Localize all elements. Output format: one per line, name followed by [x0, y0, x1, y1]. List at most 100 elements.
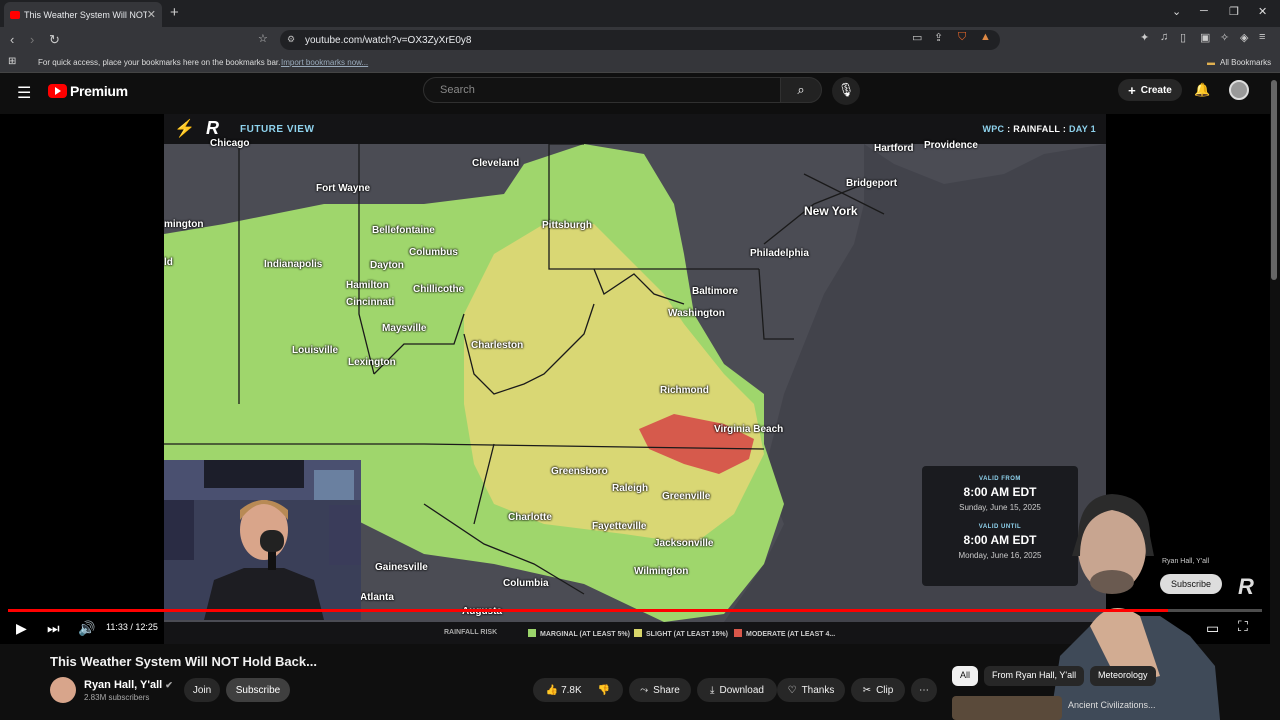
download-button[interactable]: ⤓ Download [697, 678, 777, 702]
next-video-icon[interactable]: ⏭ [47, 620, 60, 637]
overlay-channel-name: Ryan Hall, Y'all [1162, 558, 1210, 565]
menu-icon[interactable]: ≡ [1259, 31, 1265, 43]
extensions-icon[interactable]: ✦ [1140, 31, 1149, 44]
forward-icon[interactable]: › [30, 32, 34, 47]
map-label: Chillicothe [413, 284, 465, 295]
leo-ai-icon[interactable]: ✧ [1220, 31, 1229, 44]
theater-mode-icon[interactable]: ▭ [1206, 620, 1219, 637]
youtube-play-icon [48, 84, 67, 98]
page-scrollbar[interactable] [1271, 80, 1277, 280]
video-title: This Weather System Will NOT Hold Back..… [50, 654, 317, 669]
close-tab-icon[interactable]: ✕ [147, 8, 156, 21]
channel-watermark-icon[interactable]: R [1238, 574, 1254, 600]
cast-icon[interactable]: ▭ [912, 31, 922, 44]
back-icon[interactable]: ‹ [10, 32, 14, 47]
bookmark-star-icon[interactable]: ☆ [258, 32, 268, 45]
map-label: Charleston [471, 340, 524, 351]
video-player[interactable]: ⚡ R FUTURE VIEW WPC : RAINFALL : DAY 1 C… [0, 114, 1270, 720]
guide-menu-icon[interactable]: ☰ [17, 83, 31, 103]
channel-avatar[interactable] [50, 677, 76, 703]
map-label: Dayton [370, 260, 404, 271]
bookmarks-bar: ⊞ For quick access, place your bookmarks… [0, 53, 1280, 73]
media-icon[interactable]: ♫ [1160, 31, 1168, 43]
wallet-icon[interactable]: ▣ [1200, 31, 1210, 44]
verified-icon: ✔ [165, 680, 173, 690]
map-label: Hamilton [346, 280, 389, 291]
map-label: Richmond [660, 385, 709, 396]
map-label: Chicago [210, 138, 250, 149]
apps-grid-icon[interactable]: ⊞ [8, 56, 16, 67]
play-icon[interactable]: ▶ [16, 620, 27, 637]
like-dislike-group: 👍 7.8K 👎 [533, 678, 623, 702]
map-label: Indianapolis [264, 259, 323, 270]
reload-icon[interactable]: ↻ [49, 32, 60, 48]
map-label: ld [164, 257, 173, 268]
volume-icon[interactable]: 🔊 [78, 620, 95, 637]
all-bookmarks-button[interactable]: All Bookmarks [1220, 58, 1271, 67]
site-info-icon[interactable]: ⚙ [287, 34, 295, 45]
scissors-icon: ✂ [862, 684, 872, 696]
map-label: Philadelphia [750, 248, 809, 259]
brave-shield-icon[interactable]: ⛉ [958, 31, 966, 44]
thanks-button[interactable]: ♡ Thanks [777, 678, 845, 702]
map-label: Maysville [382, 323, 427, 334]
lightning-logo-icon: ⚡ [174, 119, 196, 138]
map-label: Bridgeport [846, 178, 898, 189]
minimize-icon[interactable]: ─ [1200, 5, 1208, 17]
legend-item-marginal: MARGINAL (AT LEAST 5%) [528, 629, 630, 638]
channel-name[interactable]: Ryan Hall, Y'all ✔ [84, 679, 173, 691]
rewards-icon[interactable]: ▲ [980, 31, 991, 43]
import-bookmarks-link[interactable]: Import bookmarks now... [281, 58, 368, 67]
product-label: WPC : RAINFALL : DAY 1 [982, 124, 1096, 134]
address-bar[interactable]: ⚙ youtube.com/watch?v=OX3ZyXrE0y8 [280, 30, 1000, 50]
map-label: Cleveland [472, 158, 520, 169]
clip-button[interactable]: ✂ Clip [851, 678, 905, 702]
time-display: 11:33 / 12:25 [106, 622, 158, 632]
presenter-webcam [164, 460, 361, 620]
dislike-button[interactable]: 👎 [598, 685, 610, 696]
youtube-logo[interactable]: Premium [48, 83, 128, 99]
chip-all[interactable]: All [952, 666, 979, 686]
create-button[interactable]: + Create [1118, 79, 1182, 101]
next-video-thumbnail[interactable] [952, 696, 1062, 720]
join-button[interactable]: Join [184, 678, 220, 702]
share-page-icon[interactable]: ⇪ [934, 31, 943, 44]
sidebar-icon[interactable]: ▯ [1180, 31, 1186, 44]
notifications-bell-icon[interactable]: 🔔 [1194, 82, 1210, 98]
logo-text: Premium [70, 83, 128, 99]
chip-meteorology[interactable]: Meteorology [1090, 666, 1156, 686]
chip-from-channel[interactable]: From Ryan Hall, Y'all [984, 666, 1085, 686]
map-label: New York [804, 204, 858, 218]
map-label: Virginia Beach [714, 424, 784, 435]
search-input[interactable]: Search [423, 77, 781, 103]
create-label: Create [1140, 84, 1172, 96]
new-tab-button[interactable]: + [170, 4, 179, 21]
fullscreen-icon[interactable]: ⛶ [1238, 618, 1248, 635]
share-button[interactable]: ⤳ Share [629, 678, 691, 702]
subscribe-button[interactable]: Subscribe [226, 678, 290, 702]
map-label: Gainesville [375, 562, 428, 573]
close-window-icon[interactable]: ✕ [1258, 5, 1267, 18]
overlay-subscribe-button[interactable]: Subscribe [1160, 574, 1222, 594]
map-label: Washington [668, 308, 725, 319]
account-avatar[interactable] [1229, 80, 1249, 100]
voice-search-button[interactable]: 🎙 [832, 77, 860, 105]
next-video-title[interactable]: Ancient Civilizations... [1068, 700, 1156, 710]
restore-icon[interactable]: ❐ [1229, 5, 1239, 18]
like-button[interactable]: 👍 7.8K [546, 685, 582, 696]
thumbs-up-icon: 👍 [545, 684, 559, 696]
progress-played [8, 609, 1168, 612]
map-label: Lexington [348, 357, 396, 368]
progress-bar[interactable] [8, 609, 1262, 612]
map-label: Hartford [874, 143, 914, 154]
search-button[interactable]: ⌕ [780, 77, 822, 103]
youtube-header: ☰ Premium Search ⌕ 🎙 + Create 🔔 [0, 74, 1280, 114]
map-label: Louisville [292, 345, 339, 356]
plus-icon: + [1128, 82, 1136, 98]
vpn-icon[interactable]: ◈ [1240, 31, 1248, 44]
browser-tab-bar: This Weather System Will NOT ✕ + ⌄ ─ ❐ ✕ [0, 0, 1280, 27]
browser-tab[interactable]: This Weather System Will NOT ✕ [4, 2, 162, 27]
rainfall-legend: RAINFALL RISK MARGINAL (AT LEAST 5%) SLI… [164, 622, 1106, 644]
tab-search-icon[interactable]: ⌄ [1172, 5, 1181, 18]
more-actions-button[interactable]: ⋯ [911, 678, 937, 702]
